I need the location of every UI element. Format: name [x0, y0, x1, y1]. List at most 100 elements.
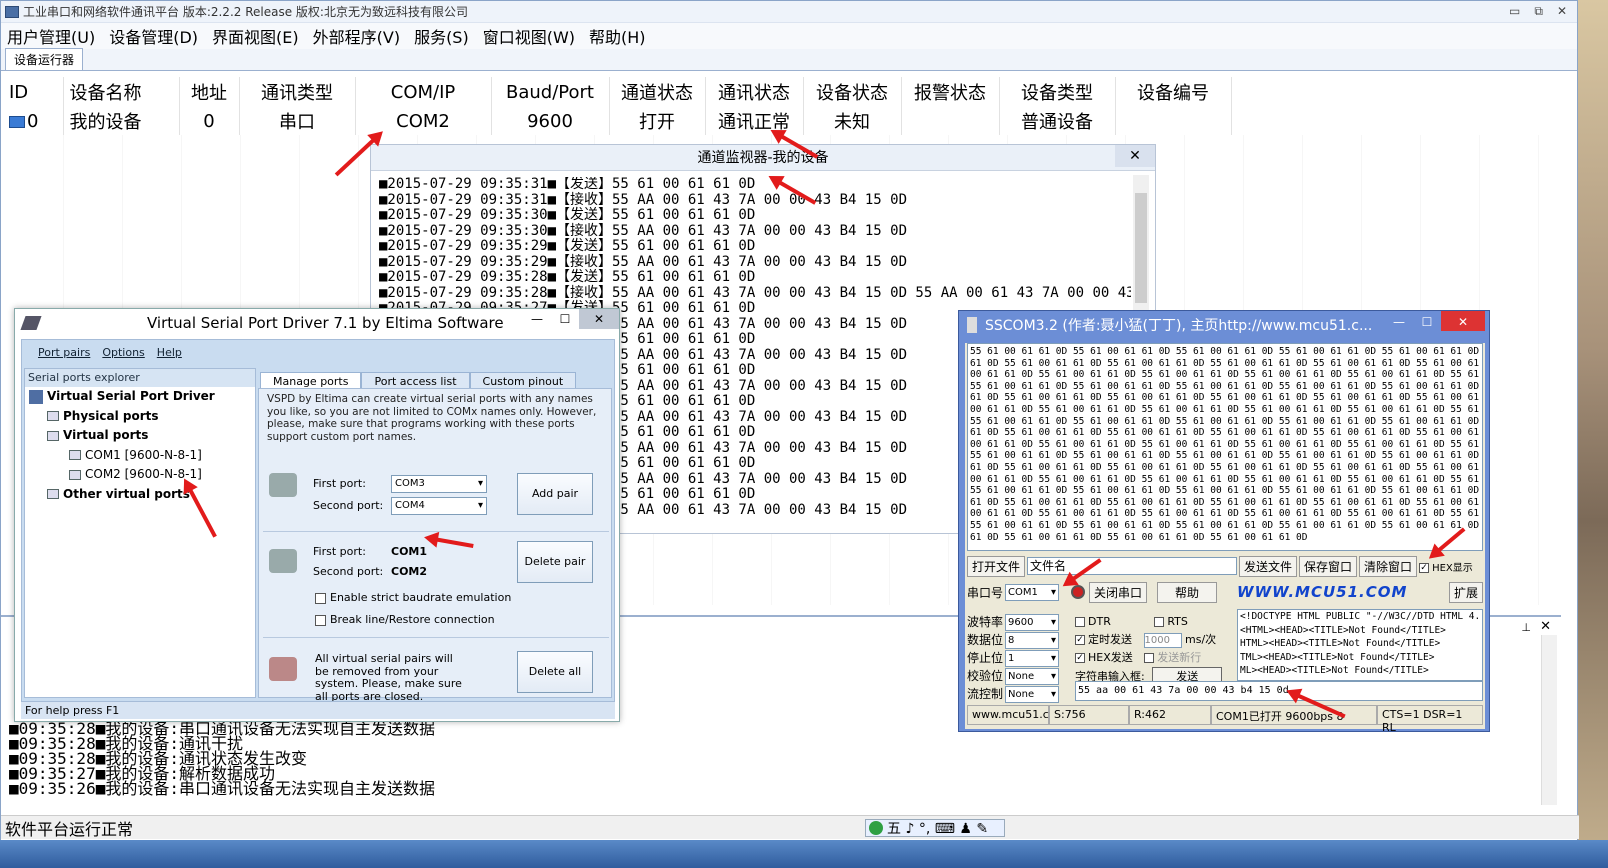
- hex-send-option[interactable]: ✓ HEX发送: [1075, 651, 1133, 664]
- col-comm-status[interactable]: 通讯状态: [705, 77, 804, 107]
- rts-label: RTS: [1167, 615, 1188, 628]
- timed-send-label: 定时发送: [1088, 633, 1132, 646]
- help-button[interactable]: 帮助: [1157, 581, 1218, 603]
- file-toolbar: 打开文件 文件名 发送文件 保存窗口 清除窗口 ✓ HEX显示: [967, 555, 1483, 577]
- history-list[interactable]: <!DOCTYPE HTML PUBLIC "-//W3C//DTD HTML …: [1237, 609, 1483, 681]
- tab-device-runner[interactable]: 设备运行器: [5, 48, 84, 70]
- menu-service[interactable]: 服务(S): [414, 24, 469, 48]
- port-tree: Virtual Serial Port Driver Physical port…: [25, 387, 255, 504]
- restore-button[interactable]: ⧉: [1534, 4, 1543, 19]
- sscom-window: SSCOM3.2 (作者:聂小猛(丁丁), 主页http://www.mcu51…: [958, 310, 1490, 734]
- hex-display-option[interactable]: ✓ HEX显示: [1419, 559, 1473, 574]
- sscom-titlebar[interactable]: SSCOM3.2 (作者:聂小猛(丁丁), 主页http://www.mcu51…: [959, 311, 1489, 339]
- delete-pair-button[interactable]: Delete pair: [517, 541, 593, 583]
- monitor-scroll-thumb[interactable]: [1135, 193, 1147, 303]
- log-scrollbar[interactable]: [1541, 635, 1557, 805]
- mcu51-link[interactable]: WWW.MCU51.COM: [1237, 583, 1407, 601]
- pin-icon[interactable]: ⊥: [1521, 621, 1531, 634]
- tree-other-ports[interactable]: Other virtual ports: [29, 485, 255, 505]
- strict-baud-option[interactable]: Enable strict baudrate emulation: [315, 591, 511, 604]
- stop-bits-select[interactable]: 1: [1005, 649, 1060, 667]
- hex-display-checkbox[interactable]: ✓: [1419, 562, 1430, 573]
- ime-toolbar[interactable]: 五 ♪ °, ⌨ ♟ ✎: [865, 819, 1005, 837]
- save-window-button[interactable]: 保存窗口: [1299, 555, 1358, 577]
- tree-virtual-ports[interactable]: Virtual ports: [29, 426, 255, 446]
- col-address[interactable]: 地址: [179, 77, 240, 107]
- cell-comm-status: 通讯正常: [705, 107, 804, 135]
- timed-send-checkbox[interactable]: ✓: [1075, 635, 1085, 645]
- col-com-ip[interactable]: COM/IP: [355, 77, 492, 107]
- main-titlebar[interactable]: 工业串口和网络软件通讯平台 版本:2.2.2 Release 版权:北京无为致远…: [1, 1, 1577, 23]
- menu-user[interactable]: 用户管理(U): [7, 24, 95, 48]
- monitor-titlebar[interactable]: 通道监视器-我的设备 ✕: [371, 145, 1155, 171]
- rts-checkbox[interactable]: [1154, 617, 1165, 627]
- dtr-option[interactable]: DTR: [1075, 615, 1111, 628]
- sscom-maximize-button[interactable]: ☐: [1413, 311, 1441, 333]
- interval-input[interactable]: 1000: [1143, 633, 1182, 648]
- menu-help[interactable]: 帮助(H): [589, 24, 646, 48]
- tree-com2[interactable]: COM2 [9600-N-8-1]: [29, 465, 255, 485]
- col-name[interactable]: 设备名称: [63, 77, 180, 107]
- expand-button[interactable]: 扩展: [1448, 581, 1483, 603]
- receive-area[interactable]: 55 61 00 61 61 0D 55 61 00 61 61 0D 55 6…: [967, 343, 1483, 551]
- add-pair-button[interactable]: Add pair: [517, 473, 593, 515]
- send-newline-option[interactable]: 发送新行: [1144, 651, 1201, 664]
- col-id[interactable]: ID: [5, 77, 64, 107]
- port-select[interactable]: COM1: [1005, 583, 1060, 601]
- sscom-logo-icon: [967, 317, 977, 333]
- clear-window-button[interactable]: 清除窗口: [1359, 555, 1418, 577]
- col-device-status[interactable]: 设备状态: [803, 77, 902, 107]
- tree-virtual-label: Virtual ports: [63, 428, 149, 442]
- col-device-no[interactable]: 设备编号: [1115, 77, 1232, 107]
- menu-view[interactable]: 界面视图(E): [212, 24, 299, 48]
- hex-send-checkbox[interactable]: ✓: [1075, 653, 1085, 663]
- col-comm-type[interactable]: 通讯类型: [239, 77, 356, 107]
- break-line-checkbox[interactable]: [315, 614, 326, 626]
- menu-device[interactable]: 设备管理(D): [109, 24, 198, 48]
- vspd-minimize-button[interactable]: —: [523, 309, 551, 329]
- event-log: ■09:35:28■我的设备:串口通讯设备无法实现自主发送数据 ■09:35:2…: [9, 721, 435, 797]
- strict-baud-checkbox[interactable]: [315, 592, 326, 604]
- first-port-select[interactable]: COM3: [391, 475, 487, 493]
- baud-select[interactable]: 9600: [1005, 613, 1060, 631]
- rts-option[interactable]: RTS: [1154, 615, 1188, 628]
- col-device-type[interactable]: 设备类型: [999, 77, 1116, 107]
- send-newline-checkbox[interactable]: [1144, 653, 1155, 663]
- vspd-maximize-button[interactable]: ☐: [551, 309, 579, 329]
- menu-port-pairs[interactable]: Port pairs: [38, 346, 90, 359]
- dtr-checkbox[interactable]: [1075, 617, 1085, 627]
- monitor-close-button[interactable]: ✕: [1115, 145, 1155, 167]
- data-bits-select[interactable]: 8: [1005, 631, 1060, 649]
- open-file-button[interactable]: 打开文件: [967, 555, 1026, 577]
- break-line-option[interactable]: Break line/Restore connection: [315, 613, 495, 626]
- col-baud-port[interactable]: Baud/Port: [491, 77, 610, 107]
- file-name-field[interactable]: 文件名: [1027, 557, 1238, 575]
- log-close-icon[interactable]: ✕: [1540, 619, 1551, 634]
- sscom-minimize-button[interactable]: —: [1385, 311, 1413, 333]
- col-alarm-status[interactable]: 报警状态: [901, 77, 1000, 107]
- vspd-titlebar[interactable]: Virtual Serial Port Driver 7.1 by Eltima…: [15, 309, 619, 337]
- flow-select[interactable]: None: [1005, 685, 1060, 703]
- second-port-select[interactable]: COM4: [391, 497, 487, 515]
- existing-second-value: COM2: [391, 565, 428, 578]
- parity-select[interactable]: None: [1005, 667, 1060, 685]
- delete-all-button[interactable]: Delete all: [517, 651, 593, 693]
- col-channel-status[interactable]: 通道状态: [609, 77, 706, 107]
- tree-com1[interactable]: COM1 [9600-N-8-1]: [29, 446, 255, 466]
- menu-external[interactable]: 外部程序(V): [313, 24, 400, 48]
- string-input[interactable]: 55 aa 00 61 43 7a 00 00 43 b4 15 0d: [1075, 681, 1483, 701]
- timed-send-option[interactable]: ✓ 定时发送: [1075, 633, 1132, 646]
- send-file-button[interactable]: 发送文件: [1239, 555, 1298, 577]
- vspd-close-button[interactable]: ✕: [579, 309, 619, 329]
- sscom-close-button[interactable]: ✕: [1441, 311, 1485, 331]
- tree-root[interactable]: Virtual Serial Port Driver: [29, 387, 255, 407]
- minimize-button[interactable]: ▭: [1509, 4, 1520, 19]
- monitor-log-line: ■2015-07-29 09:35:30■【接收】55 AA 00 61 43 …: [379, 222, 908, 239]
- close-port-button[interactable]: 关闭串口: [1089, 581, 1148, 603]
- menu-help[interactable]: Help: [157, 346, 182, 359]
- menu-window[interactable]: 窗口视图(W): [483, 24, 575, 48]
- menu-options[interactable]: Options: [102, 346, 144, 359]
- close-button[interactable]: ✕: [1557, 4, 1567, 19]
- vspd-description: VSPD by Eltima can create virtual serial…: [267, 393, 597, 443]
- tree-physical-ports[interactable]: Physical ports: [29, 407, 255, 427]
